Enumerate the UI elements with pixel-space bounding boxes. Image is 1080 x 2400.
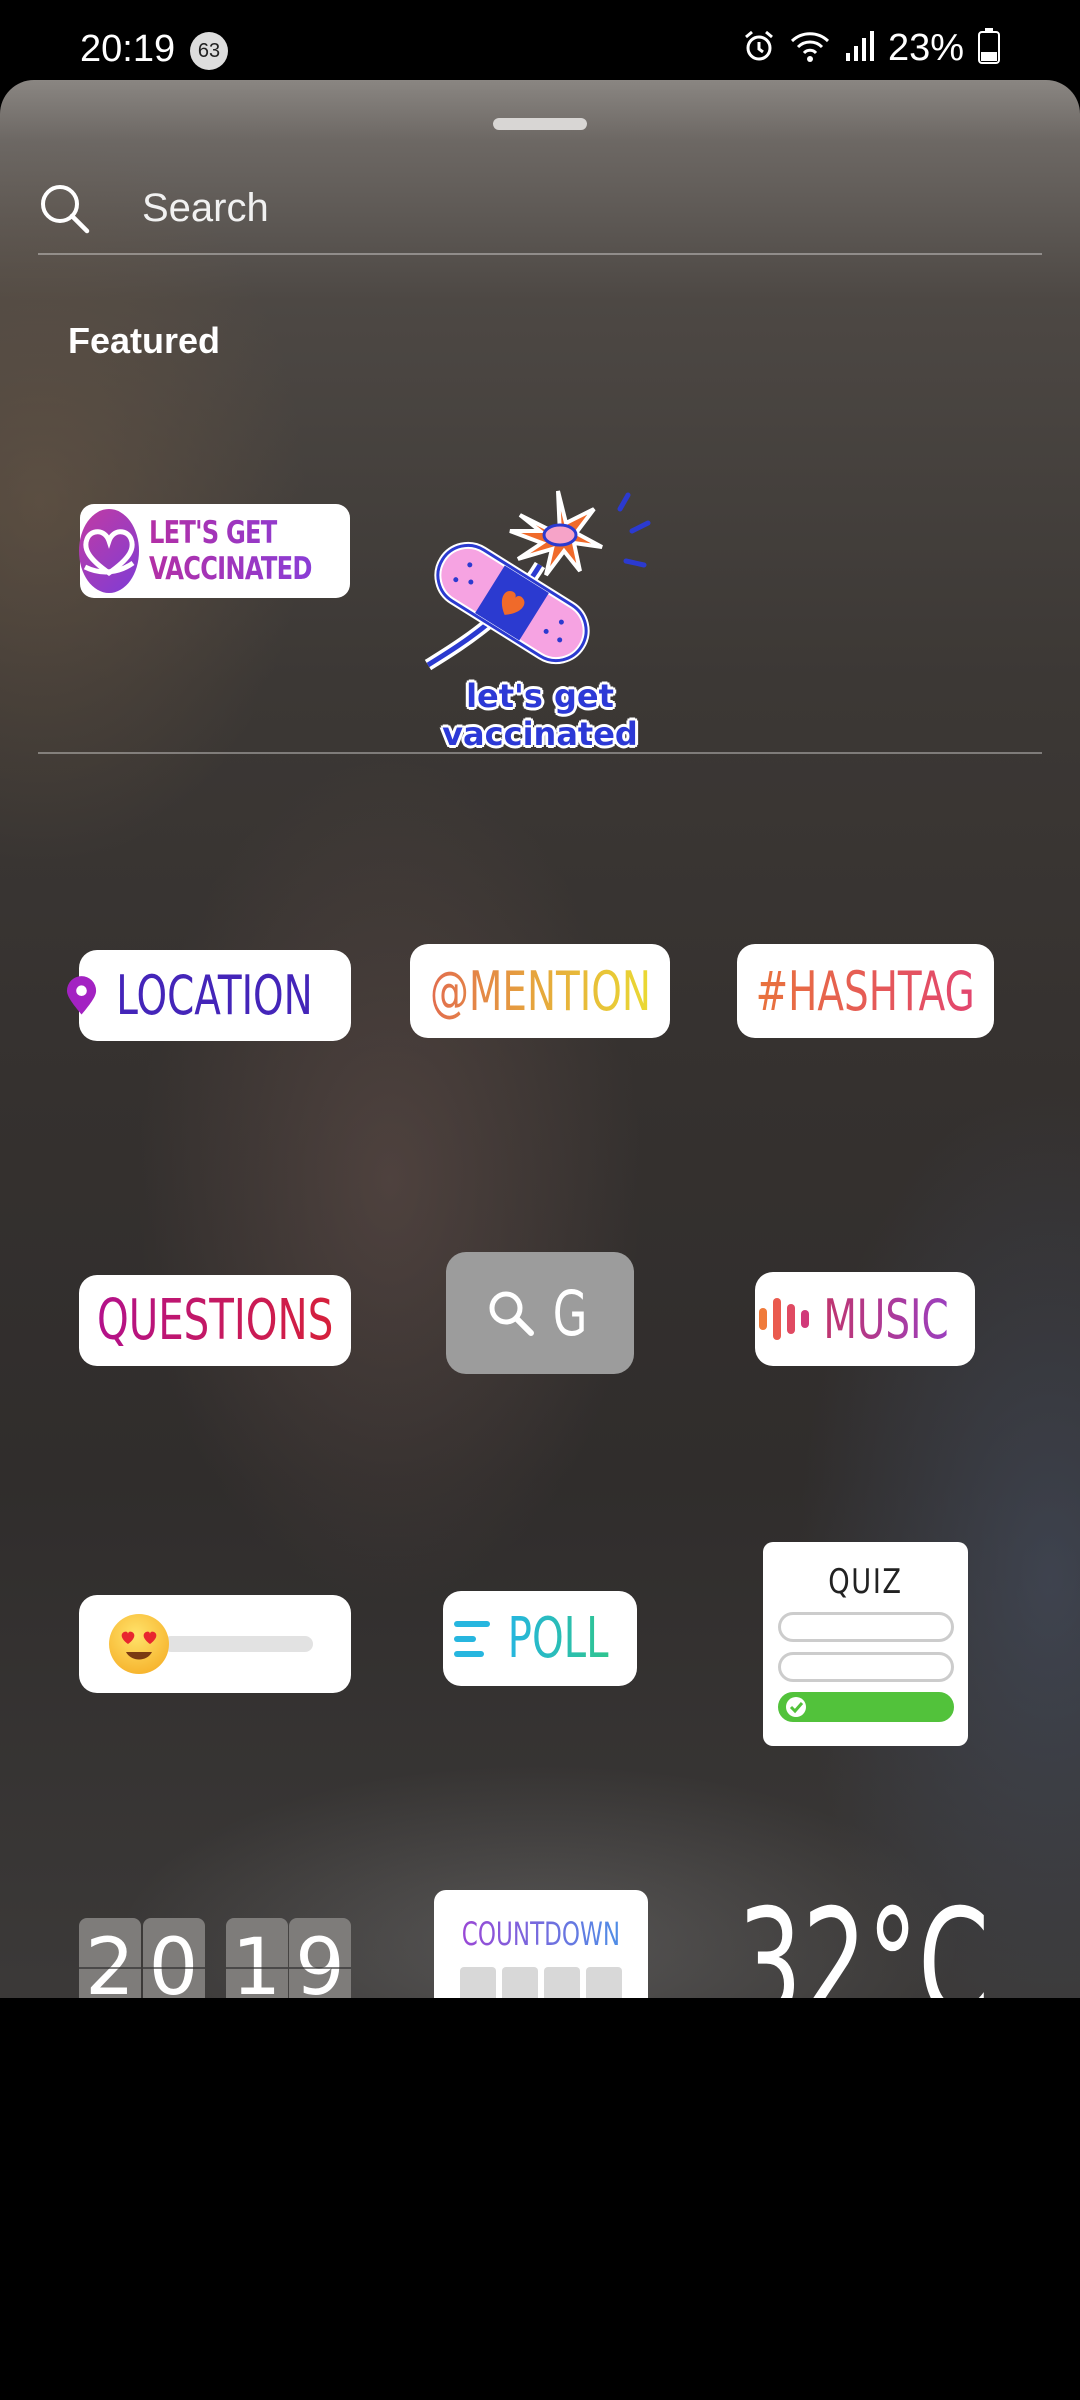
- clock-digit: 2: [79, 1918, 141, 1998]
- lets-get-vaccinated-sticker[interactable]: LET'S GET VACCINATED: [78, 504, 350, 598]
- gif-search-sticker[interactable]: G: [446, 1252, 634, 1374]
- location-sticker[interactable]: LOCATION: [66, 950, 351, 1041]
- quiz-option: [777, 1612, 954, 1642]
- temperature-label: 32°C: [737, 1878, 990, 1998]
- clock-sticker[interactable]: 2 0 1 9: [79, 1918, 351, 1998]
- mention-label: @MENTION: [429, 959, 651, 1023]
- heart-icon: [78, 509, 139, 593]
- vaccinated-label: LET'S GET VACCINATED: [149, 515, 312, 587]
- quiz-label: QUIZ: [828, 1562, 903, 1602]
- hashtag-sticker[interactable]: #HASHTAG: [737, 944, 994, 1038]
- gif-label: G: [552, 1276, 588, 1350]
- quiz-option: [777, 1652, 954, 1682]
- search-icon: [489, 1291, 534, 1336]
- countdown-boxes: [460, 1967, 622, 1998]
- countdown-sticker[interactable]: COUNTDOWN: [434, 1890, 648, 1998]
- status-bar: 20:19 63 23%: [0, 0, 1080, 80]
- emoji-slider-sticker[interactable]: [79, 1595, 351, 1693]
- bandage-vaccinated-sticker[interactable]: let's get vaccinated: [420, 485, 660, 763]
- search-bar[interactable]: [38, 160, 1042, 256]
- location-label: LOCATION: [116, 964, 313, 1027]
- featured-heading: Featured: [68, 320, 221, 361]
- music-sticker[interactable]: MUSIC: [755, 1272, 975, 1366]
- vaccinated-label-line2: VACCINATED: [148, 551, 312, 587]
- hashtag-label: #HASHTAG: [755, 959, 976, 1023]
- poll-lines-icon: [453, 1620, 490, 1657]
- sticker-sheet: Featured LET'S GET VACCINATED: [0, 80, 1080, 1998]
- alarm-icon: [742, 29, 776, 68]
- bandage-flower-illustration: [424, 490, 651, 671]
- quiz-sticker[interactable]: QUIZ: [763, 1542, 968, 1746]
- countdown-label: COUNTDOWN: [461, 1915, 621, 1953]
- search-input[interactable]: [142, 180, 1002, 236]
- clock-digit: 1: [225, 1918, 288, 1998]
- clock-digit: 0: [142, 1918, 205, 1998]
- battery-icon: [978, 27, 1000, 69]
- search-icon: [38, 182, 92, 236]
- status-icons: 23%: [742, 26, 1000, 69]
- featured-divider: [38, 752, 1042, 754]
- slider-track: [163, 1636, 313, 1652]
- bottom-area: [0, 1998, 1080, 2400]
- quiz-option-correct: [777, 1692, 954, 1722]
- battery-percent: 23%: [887, 26, 964, 69]
- bandage-label-line1: let's get: [466, 677, 614, 715]
- drag-handle[interactable]: [493, 118, 587, 130]
- clock-digit: 9: [289, 1918, 351, 1998]
- questions-sticker[interactable]: QUESTIONS: [79, 1275, 351, 1366]
- bandage-sticker-label: let's get vaccinated: [420, 677, 660, 753]
- location-pin-icon: [66, 975, 97, 1015]
- poll-sticker[interactable]: POLL: [443, 1591, 637, 1686]
- poll-label: POLL: [507, 1606, 609, 1671]
- audio-bars-icon: [758, 1298, 809, 1340]
- vaccinated-label-line1: LET'S GET: [148, 515, 277, 551]
- notification-count-badge: 63: [190, 32, 228, 70]
- wifi-icon: [790, 29, 830, 68]
- questions-label: QUESTIONS: [96, 1288, 334, 1353]
- checkmark-icon: [785, 1697, 806, 1717]
- heart-eyes-emoji-icon: [109, 1614, 169, 1674]
- temperature-sticker[interactable]: 32°C: [728, 1878, 998, 1998]
- signal-icon: [844, 29, 874, 68]
- music-label: MUSIC: [823, 1287, 949, 1351]
- mention-sticker[interactable]: @MENTION: [410, 944, 670, 1038]
- status-time: 20:19: [80, 28, 176, 70]
- bandage-label-line2: vaccinated: [442, 715, 638, 753]
- search-divider: [38, 253, 1042, 255]
